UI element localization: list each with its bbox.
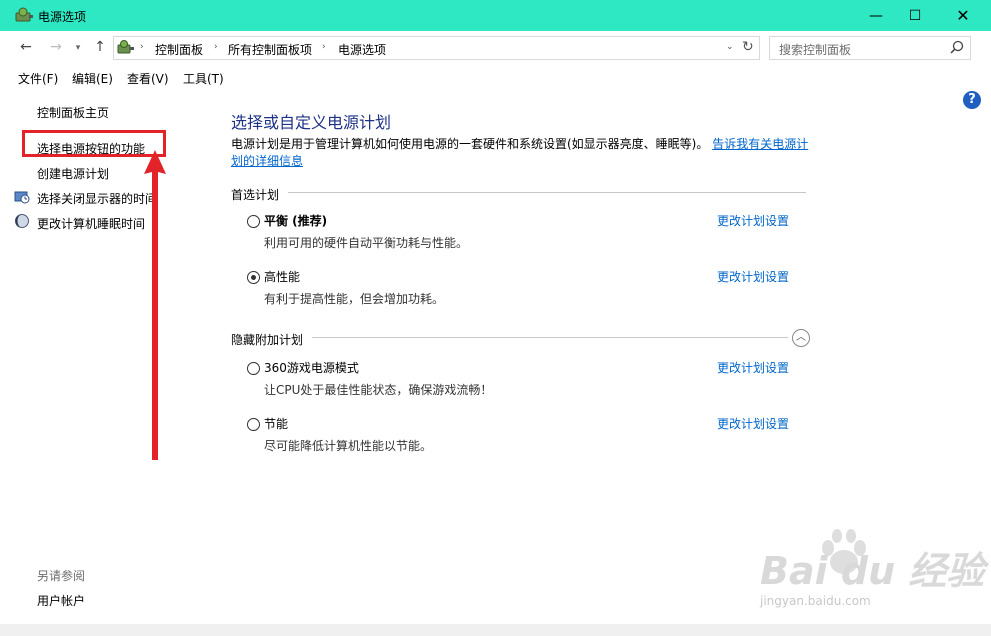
recent-locations-dropdown[interactable]: ▾: [68, 43, 88, 53]
control-panel-icon: [117, 40, 134, 54]
moon-icon: [15, 214, 29, 228]
forward-button[interactable]: →: [46, 39, 66, 55]
close-button[interactable]: ✕: [940, 0, 986, 31]
plan-name-360-game: 360游戏电源模式: [264, 361, 359, 375]
radio-balanced[interactable]: [247, 215, 260, 228]
search-input[interactable]: 搜索控制面板: [769, 36, 971, 60]
plan-name-balanced: 平衡 (推荐): [264, 214, 328, 228]
description-text: 电源计划是用于管理计算机如何使用电源的一套硬件和系统设置(如显示器亮度、睡眠等)…: [231, 137, 709, 151]
breadcrumb-separator: ›: [322, 42, 326, 52]
help-icon[interactable]: ?: [963, 91, 981, 109]
clock-monitor-icon: [14, 191, 30, 204]
sidebar-item-home[interactable]: 控制面板主页: [37, 104, 109, 121]
menu-tools[interactable]: 工具(T): [183, 70, 224, 87]
window-title: 电源选项: [38, 10, 87, 24]
annotation-arrow: [144, 150, 166, 460]
sidebar-item-sleep-time[interactable]: 更改计算机睡眠时间: [37, 215, 145, 232]
bottom-edge: [0, 624, 991, 636]
navigation-bar: ← → ▾ ↑ › 控制面板 › 所有控制面板项 › 电源选项 ⌄ ↻ 搜索控制…: [0, 31, 991, 64]
maximize-button[interactable]: ☐: [892, 0, 938, 31]
menu-bar: 文件(F) 编辑(E) 查看(V) 工具(T): [0, 64, 991, 90]
breadcrumb-power-options[interactable]: 电源选项: [338, 41, 386, 58]
plan-desc-high-performance: 有利于提高性能，但会增加功耗。: [264, 292, 445, 306]
see-also-user-accounts[interactable]: 用户帐户: [37, 592, 85, 609]
section-divider: [288, 192, 806, 193]
plan-name-high-performance: 高性能: [264, 270, 301, 284]
up-button[interactable]: ↑: [90, 39, 110, 55]
change-plan-settings-360-game[interactable]: 更改计划设置: [717, 359, 789, 376]
plan-desc-balanced: 利用可用的硬件自动平衡功耗与性能。: [264, 236, 469, 250]
hidden-plans-label: 隐藏附加计划: [231, 333, 304, 347]
title-bar: 电源选项 — ☐ ✕: [0, 0, 991, 31]
refresh-button[interactable]: ↻: [742, 39, 754, 55]
section-divider: [312, 337, 788, 338]
menu-view[interactable]: 查看(V): [127, 70, 169, 87]
collapse-hidden-plans-button[interactable]: ︿: [792, 329, 810, 347]
preferred-plans-label: 首选计划: [231, 188, 280, 202]
plan-name-power-saver: 节能: [264, 417, 289, 431]
breadcrumb-control-panel[interactable]: 控制面板: [155, 41, 203, 58]
sidebar-item-display-off[interactable]: 选择关闭显示器的时间: [37, 190, 157, 207]
plan-desc-360-game: 让CPU处于最佳性能状态，确保游戏流畅！: [264, 383, 493, 397]
menu-file[interactable]: 文件(F): [18, 70, 58, 87]
radio-power-saver[interactable]: [247, 418, 260, 431]
radio-high-performance[interactable]: [247, 271, 260, 284]
search-placeholder: 搜索控制面板: [779, 43, 852, 57]
page-heading: 选择或自定义电源计划: [231, 113, 392, 132]
menu-edit[interactable]: 编辑(E): [72, 70, 113, 87]
address-bar[interactable]: › 控制面板 › 所有控制面板项 › 电源选项 ⌄ ↻: [113, 36, 760, 60]
plan-desc-power-saver: 尽可能降低计算机性能以节能。: [264, 439, 433, 453]
watermark-logo-text: Bai du 经验: [760, 549, 985, 593]
change-plan-settings-balanced[interactable]: 更改计划设置: [717, 212, 789, 229]
watermark-url: jingyan.baidu.com: [760, 594, 871, 608]
breadcrumb-separator: ›: [140, 42, 144, 52]
see-also-label: 另请参阅: [37, 569, 86, 583]
address-dropdown-button[interactable]: ⌄: [726, 42, 734, 52]
page-description: 电源计划是用于管理计算机如何使用电源的一套硬件和系统设置(如显示器亮度、睡眠等)…: [231, 136, 811, 170]
sidebar-item-create-plan[interactable]: 创建电源计划: [37, 165, 109, 182]
change-plan-settings-high-performance[interactable]: 更改计划设置: [717, 268, 789, 285]
breadcrumb-separator: ›: [214, 42, 218, 52]
breadcrumb-all-items[interactable]: 所有控制面板项: [228, 41, 312, 58]
change-plan-settings-power-saver[interactable]: 更改计划设置: [717, 415, 789, 432]
back-button[interactable]: ←: [16, 39, 36, 55]
search-icon[interactable]: [950, 40, 964, 54]
power-options-icon: [15, 7, 33, 22]
radio-360-game[interactable]: [247, 362, 260, 375]
